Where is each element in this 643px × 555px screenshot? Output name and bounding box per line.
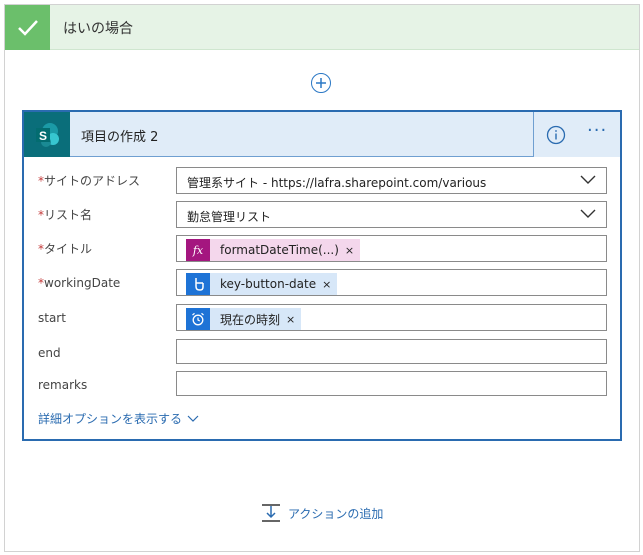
more-options-icon[interactable]: ···	[587, 122, 613, 144]
yes-branch-header[interactable]: はいの場合	[5, 5, 639, 50]
create-item-action-card: S 項目の作成 2 ··· *サイトのアドレス 管理系サイト - https:/…	[22, 110, 622, 441]
remarks-field[interactable]	[176, 371, 607, 396]
field-label-text: サイトのアドレス	[44, 174, 141, 188]
title-field[interactable]: fx formatDateTime(...) ×	[176, 235, 607, 262]
remove-token-icon[interactable]: ×	[345, 239, 360, 261]
check-icon	[5, 5, 50, 50]
button-trigger-icon	[186, 273, 210, 295]
token-label: formatDateTime(...)	[220, 243, 339, 257]
field-label-title: *タイトル	[38, 240, 92, 257]
end-field[interactable]	[176, 339, 607, 364]
start-field[interactable]: 現在の時刻 ×	[176, 304, 607, 331]
advanced-link-label: 詳細オプションを表示する	[38, 412, 183, 426]
plus-icon	[316, 78, 326, 88]
working-date-field[interactable]: key-button-date ×	[176, 269, 607, 296]
field-label-site-address: *サイトのアドレス	[38, 172, 140, 189]
field-label-end: end	[38, 346, 61, 360]
dynamic-content-token[interactable]: 現在の時刻 ×	[186, 308, 302, 330]
chevron-down-icon	[187, 415, 199, 422]
token-label: 現在の時刻	[220, 312, 281, 327]
field-label-start: start	[38, 311, 66, 325]
list-name-dropdown[interactable]: 勤怠管理リスト	[176, 201, 607, 228]
token-label: key-button-date	[220, 277, 317, 291]
condition-yes-branch: はいの場合 S 項目の作成 2 ··· *サイトのアドレス 管理系サイト - h…	[4, 4, 640, 552]
card-title: 項目の作成 2	[81, 130, 159, 145]
chevron-down-icon	[580, 175, 596, 184]
dynamic-content-token[interactable]: key-button-date ×	[186, 273, 338, 295]
show-advanced-options-link[interactable]: 詳細オプションを表示する	[38, 410, 199, 427]
expression-token[interactable]: fx formatDateTime(...) ×	[186, 239, 361, 261]
insert-step-button[interactable]	[311, 73, 331, 93]
svg-text:S: S	[39, 129, 47, 143]
field-label-text: タイトル	[44, 242, 93, 256]
add-action-button[interactable]: アクションの追加	[261, 503, 383, 523]
add-action-label: アクションの追加	[288, 506, 384, 521]
field-label-working-date: *workingDate	[38, 276, 120, 290]
add-action-icon	[262, 504, 280, 522]
alarm-clock-icon	[186, 308, 210, 330]
card-header[interactable]: S 項目の作成 2 ···	[24, 112, 620, 157]
field-label-text: start	[38, 311, 66, 325]
yes-branch-title: はいの場合	[63, 21, 133, 37]
field-label-text: remarks	[38, 378, 88, 392]
fx-icon: fx	[186, 239, 210, 261]
svg-text:fx: fx	[192, 244, 204, 257]
site-address-value: 管理系サイト - https://lafra.sharepoint.com/va…	[187, 176, 487, 190]
info-icon[interactable]	[546, 125, 566, 145]
field-label-text: workingDate	[44, 276, 121, 290]
field-label-remarks: remarks	[38, 378, 87, 392]
field-label-text: end	[38, 346, 61, 360]
remove-token-icon[interactable]: ×	[286, 308, 301, 330]
sharepoint-icon: S	[24, 112, 70, 157]
chevron-down-icon	[580, 209, 596, 218]
field-label-text: リスト名	[44, 208, 93, 222]
site-address-dropdown[interactable]: 管理系サイト - https://lafra.sharepoint.com/va…	[176, 167, 607, 194]
remove-token-icon[interactable]: ×	[322, 273, 337, 295]
field-label-list-name: *リスト名	[38, 206, 92, 223]
list-name-value: 勤怠管理リスト	[187, 210, 272, 224]
